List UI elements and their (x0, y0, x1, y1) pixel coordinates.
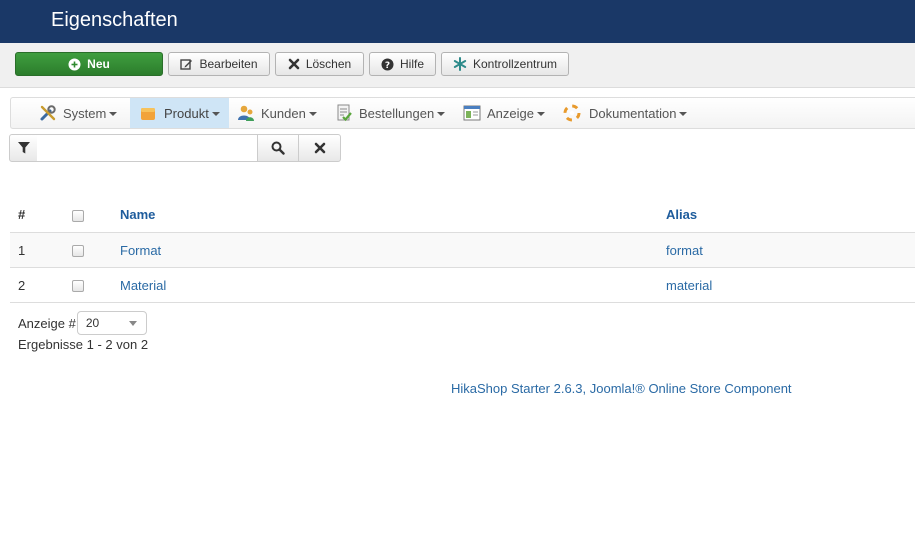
plus-circle-icon (68, 58, 81, 71)
table-row: 1 Format format (10, 232, 915, 268)
properties-table: # Name Alias 1 Format format 2 Material … (10, 197, 915, 303)
delete-button-label: Löschen (305, 57, 352, 71)
close-icon (314, 142, 326, 154)
tools-icon (39, 104, 57, 122)
row-select-cell (62, 267, 120, 303)
edit-icon (180, 58, 193, 71)
row-checkbox[interactable] (72, 245, 84, 258)
users-icon (237, 104, 255, 122)
page-title: Eigenschaften (51, 9, 178, 31)
chevron-down-icon (679, 112, 688, 116)
menu-item-system[interactable]: System (39, 98, 118, 128)
chevron-down-icon (308, 112, 317, 116)
column-header-alias[interactable]: Alias (666, 197, 915, 233)
row-alias-link[interactable]: material (666, 278, 712, 293)
column-header-name-label: Name (120, 207, 156, 222)
select-all-checkbox[interactable] (72, 209, 84, 222)
delete-button[interactable]: Löschen (275, 52, 364, 76)
lifebuoy-icon (563, 104, 581, 122)
new-button[interactable]: Neu (15, 52, 163, 76)
orders-icon (335, 104, 353, 122)
help-icon: ? (381, 58, 394, 71)
row-alias-cell: material (666, 267, 915, 303)
edit-button[interactable]: Bearbeiten (168, 52, 270, 76)
row-name-link[interactable]: Format (120, 243, 161, 258)
menu-item-anzeige[interactable]: Anzeige (463, 98, 545, 128)
help-button[interactable]: ? Hilfe (369, 52, 436, 76)
menu-item-dokumentation[interactable]: Dokumentation (563, 98, 688, 128)
chevron-down-icon (437, 112, 446, 116)
pagination-limit: Anzeige # 20 (18, 311, 147, 335)
page-header: Eigenschaften (0, 0, 915, 43)
chevron-down-icon (536, 112, 545, 116)
edit-button-label: Bearbeiten (199, 57, 258, 71)
close-icon (288, 58, 300, 70)
menu-item-produkt[interactable]: Produkt (130, 98, 229, 128)
menu-item-label: System (63, 105, 107, 121)
dashboard-button-label: Kontrollzentrum (472, 57, 558, 71)
table-header-row: # Name Alias (10, 197, 915, 233)
chevron-down-icon (109, 112, 118, 116)
limit-select-value: 20 (85, 316, 100, 330)
clear-search-button[interactable] (298, 134, 341, 162)
menu-item-kunden[interactable]: Kunden (237, 98, 317, 128)
row-number: 2 (10, 267, 62, 303)
menu-item-label: Produkt (164, 105, 209, 121)
menu-item-label: Bestellungen (359, 105, 435, 121)
help-button-label: Hilfe (399, 57, 424, 71)
display-icon (463, 104, 481, 122)
dashboard-button[interactable]: Kontrollzentrum (441, 52, 569, 76)
row-number: 1 (10, 232, 62, 268)
search-button[interactable] (257, 134, 299, 162)
menu-item-bestellungen[interactable]: Bestellungen (335, 98, 446, 128)
filter-icon (17, 141, 31, 155)
box-icon (140, 105, 156, 121)
limit-label: Anzeige # (18, 315, 76, 331)
row-name-link[interactable]: Material (120, 278, 166, 293)
dashboard-icon (453, 57, 467, 71)
row-select-cell (62, 232, 120, 268)
row-name-cell: Format (120, 232, 666, 268)
column-header-number: # (10, 197, 62, 233)
column-header-alias-label: Alias (666, 207, 698, 222)
row-checkbox[interactable] (72, 280, 84, 293)
toolbar: Neu Bearbeiten Löschen ? Hilfe Kontrollz… (0, 43, 915, 88)
row-name-cell: Material (120, 267, 666, 303)
menu-item-label: Dokumentation (589, 105, 677, 121)
footer-link[interactable]: HikaShop Starter 2.6.3, Joomla!® Online … (451, 381, 792, 396)
menu-item-label: Kunden (261, 105, 306, 121)
main-menu: System Produkt Kunden Bestellungen Anzei… (10, 97, 915, 129)
filter-toggle-button[interactable] (9, 134, 38, 162)
row-alias-cell: format (666, 232, 915, 268)
svg-text:?: ? (385, 61, 390, 71)
limit-select[interactable]: 20 (76, 311, 147, 335)
column-header-name[interactable]: Name (120, 197, 666, 233)
search-input[interactable] (37, 134, 258, 162)
results-counter: Ergebnisse 1 - 2 von 2 (18, 337, 149, 352)
new-button-label: Neu (87, 57, 110, 71)
menu-item-label: Anzeige (487, 105, 534, 121)
search-icon (271, 141, 285, 155)
chevron-down-icon (211, 112, 220, 116)
column-header-select (62, 197, 120, 233)
row-alias-link[interactable]: format (666, 243, 703, 258)
table-row: 2 Material material (10, 267, 915, 303)
chevron-down-icon (128, 321, 137, 326)
